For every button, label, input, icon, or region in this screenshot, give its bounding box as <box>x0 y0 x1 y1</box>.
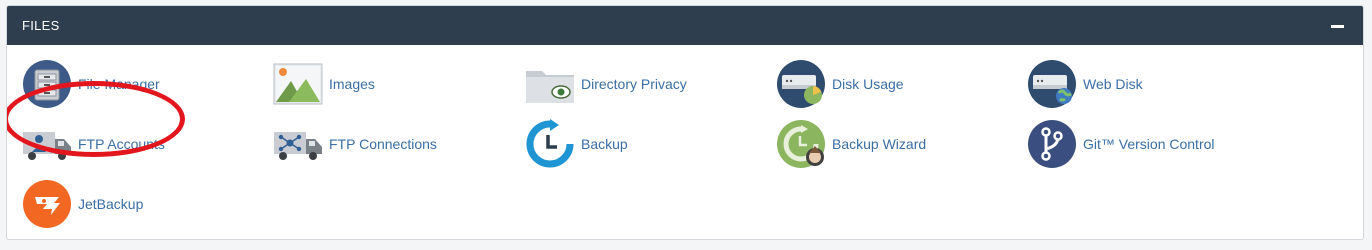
ftp-truck-network-icon <box>274 132 322 160</box>
disk-usage-icon <box>777 60 825 108</box>
tool-grid: File Manager Images Directory Privacy Di… <box>7 45 1363 239</box>
backup-wizard-icon <box>777 120 825 168</box>
file-manager-label: File Manager <box>78 76 160 92</box>
backup-wizard-label: Backup Wizard <box>832 136 927 152</box>
backup-label: Backup <box>581 136 628 152</box>
file-cabinet-icon <box>23 60 71 108</box>
minus-icon[interactable] <box>1331 19 1345 33</box>
web-disk-label: Web Disk <box>1083 76 1143 92</box>
jetbackup-link[interactable]: JetBackup <box>22 179 143 229</box>
folder-eye-icon <box>526 71 574 103</box>
git-version-control-link[interactable]: Git™ Version Control <box>1027 119 1215 169</box>
web-disk-icon <box>1028 60 1076 108</box>
section-title: FILES <box>22 18 60 33</box>
ftp-connections-link[interactable]: FTP Connections <box>273 119 437 169</box>
disk-usage-label: Disk Usage <box>832 76 904 92</box>
file-manager-link[interactable]: File Manager <box>22 59 160 109</box>
image-icon <box>273 63 323 105</box>
git-branch-icon <box>1028 120 1076 168</box>
ftp-accounts-link[interactable]: FTP Accounts <box>22 119 165 169</box>
images-link[interactable]: Images <box>273 59 375 109</box>
jetbackup-label: JetBackup <box>78 196 144 212</box>
disk-usage-link[interactable]: Disk Usage <box>776 59 904 109</box>
git-version-control-label: Git™ Version Control <box>1083 136 1215 152</box>
ftp-connections-label: FTP Connections <box>329 136 437 152</box>
ftp-truck-user-icon <box>23 132 71 160</box>
web-disk-link[interactable]: Web Disk <box>1027 59 1143 109</box>
backup-clock-icon <box>526 119 574 168</box>
backup-wizard-link[interactable]: Backup Wizard <box>776 119 926 169</box>
backup-link[interactable]: Backup <box>525 119 628 169</box>
directory-privacy-link[interactable]: Directory Privacy <box>525 59 687 109</box>
ftp-accounts-label: FTP Accounts <box>78 136 165 152</box>
panel-header: FILES <box>7 6 1363 45</box>
directory-privacy-label: Directory Privacy <box>581 76 687 92</box>
files-panel: FILES File Manager Images Directory Priv… <box>6 5 1364 240</box>
jetbackup-logo-icon <box>23 180 71 228</box>
images-label: Images <box>329 76 375 92</box>
